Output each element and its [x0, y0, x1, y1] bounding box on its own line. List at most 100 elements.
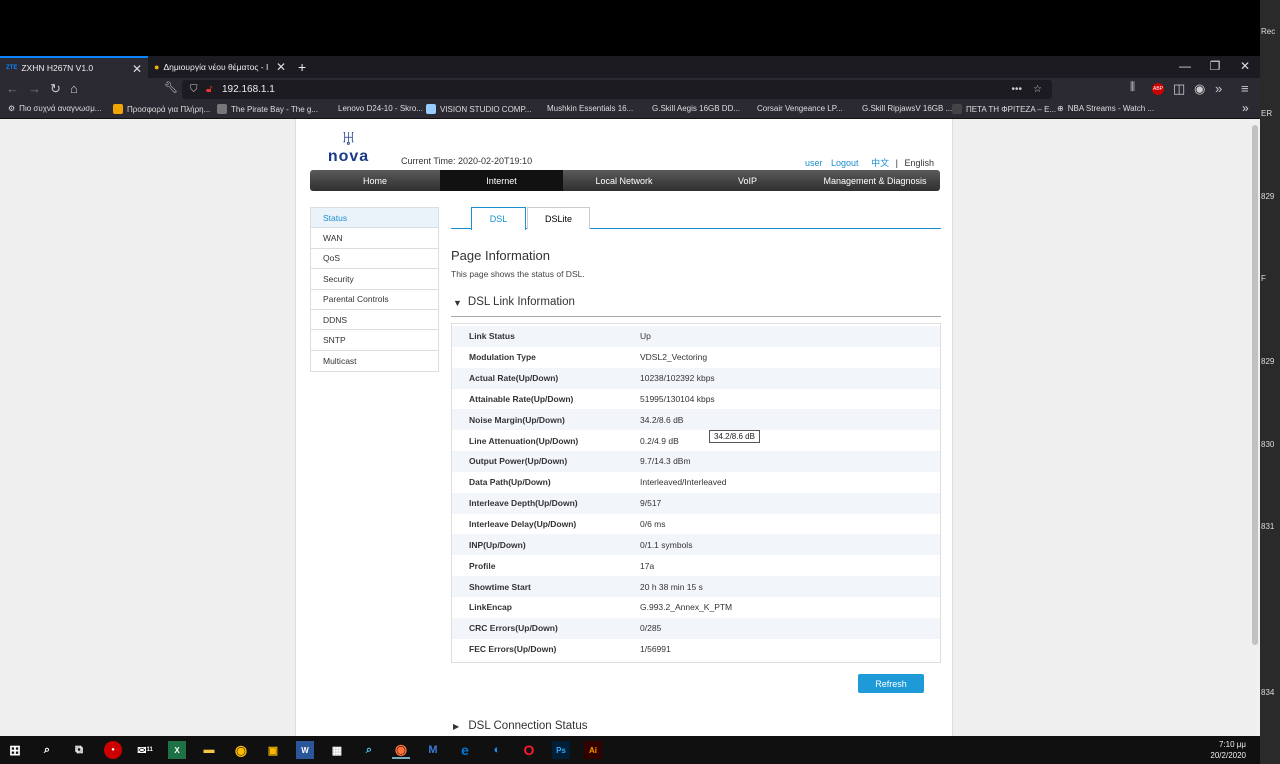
- bookmark-item[interactable]: Corsair Vengeance LP...: [757, 104, 843, 113]
- more-icon[interactable]: •••: [1011, 84, 1022, 95]
- table-row: Actual Rate(Up/Down) 10238/102392 kbps: [452, 367, 940, 389]
- english-link[interactable]: English: [904, 158, 934, 168]
- excel-icon[interactable]: X: [168, 741, 186, 759]
- bookmark-item[interactable]: ΠΕΤΑ ΤΗ ΦΡΙΤΕΖΑ – Ε...: [952, 104, 1056, 114]
- collapse-triangle-icon[interactable]: ▼: [453, 298, 462, 308]
- url-bar[interactable]: ⛉ 🔓︎ 192.168.1.1 ••• ☆: [182, 80, 1052, 99]
- nav-management-diagnosis[interactable]: Management & Diagnosis: [810, 170, 940, 191]
- row-label: Modulation Type: [469, 352, 536, 363]
- bookmark-item[interactable]: G.Skill RipjawsV 16GB ...: [862, 104, 952, 113]
- taskbar-clock[interactable]: 7:10 μμ 20/2/2020: [1210, 739, 1246, 761]
- sidebar: Status WAN QoS Security Parental Control…: [310, 207, 439, 373]
- nav-home[interactable]: Home: [310, 170, 440, 191]
- expand-triangle-icon[interactable]: ▶: [453, 722, 459, 731]
- table-row: CRC Errors(Up/Down) 0/285: [452, 617, 940, 639]
- table-row: Showtime Start 20 h 38 min 15 s: [452, 576, 940, 597]
- new-tab-button[interactable]: +: [294, 56, 314, 78]
- close-tab-icon[interactable]: ✕: [132, 62, 142, 76]
- table-row: Attainable Rate(Up/Down) 51995/130104 kbp…: [452, 389, 940, 410]
- browser-app-icon[interactable]: ◐: [488, 741, 506, 759]
- sidebar-item-security[interactable]: Security: [311, 269, 438, 290]
- restore-icon[interactable]: ❐: [1205, 59, 1225, 73]
- file-explorer-icon[interactable]: ▬: [200, 741, 218, 759]
- windows-start-icon[interactable]: ⊞: [6, 741, 24, 759]
- adblock-icon[interactable]: ABP: [1152, 83, 1164, 95]
- tab-dsl[interactable]: DSL: [471, 207, 526, 230]
- photoshop-icon[interactable]: Ps: [552, 741, 570, 759]
- search-icon[interactable]: ⌕: [38, 741, 56, 759]
- minimize-icon[interactable]: —: [1175, 59, 1195, 73]
- app-red-icon[interactable]: ●: [104, 741, 122, 759]
- section-dsl-connection-status[interactable]: ▶ DSL Connection Status: [451, 720, 587, 732]
- opera-icon[interactable]: O: [520, 741, 538, 759]
- word-icon[interactable]: W: [296, 741, 314, 759]
- bookmark-item[interactable]: ⊕ NBA Streams - Watch ...: [1057, 104, 1154, 113]
- bookmarks-overflow-icon[interactable]: »: [1242, 101, 1249, 115]
- bookmark-item[interactable]: Mushkin Essentials 16...: [547, 104, 633, 113]
- tab-router[interactable]: ZTE ZXHN H267N V1.0 ✕: [0, 56, 148, 78]
- bookmark-most-visited[interactable]: ⚙ Πιο συχνά αναγνωσμ...: [8, 104, 101, 113]
- sidebar-icon[interactable]: ◫: [1173, 81, 1185, 97]
- sidebar-item-ddns[interactable]: DDNS: [311, 310, 438, 331]
- home-icon[interactable]: ⌂: [70, 81, 78, 96]
- sub-tabs: DSL DSLite: [451, 207, 941, 230]
- row-value: 10238/102392 kbps: [640, 373, 715, 384]
- edge-icon[interactable]: e: [456, 741, 474, 759]
- sidebar-item-status[interactable]: Status: [311, 208, 438, 229]
- refresh-button[interactable]: Refresh: [858, 674, 924, 693]
- browser-tab-bar: ZTE ZXHN H267N V1.0 ✕ ● Δημιουργία νέου …: [0, 56, 1260, 78]
- chinese-link[interactable]: 中文: [871, 158, 889, 168]
- forward-icon[interactable]: →: [28, 81, 41, 96]
- magnifier-app-icon[interactable]: ⌕: [360, 741, 378, 759]
- chrome-icon[interactable]: ◉: [232, 741, 250, 759]
- row-value: 34.2/8.6 dB: [640, 414, 684, 425]
- table-row: Line Attenuation(Up/Down) 0.2/4.9 dB: [452, 430, 940, 451]
- firefox-icon[interactable]: ◉: [392, 741, 410, 759]
- tab-forum[interactable]: ● Δημιουργία νέου θέματος - In ✕: [148, 56, 292, 78]
- back-icon[interactable]: ←: [6, 81, 19, 96]
- page-scrollbar[interactable]: [1250, 119, 1260, 736]
- task-view-icon[interactable]: ⧉: [70, 741, 88, 759]
- nav-local-network[interactable]: Local Network: [563, 170, 685, 191]
- logout-link[interactable]: Logout: [831, 158, 859, 168]
- sidebar-item-wan[interactable]: WAN: [311, 228, 438, 249]
- reload-icon[interactable]: ↻: [50, 81, 61, 97]
- store-icon[interactable]: ▣: [264, 741, 282, 759]
- nav-internet[interactable]: Internet: [440, 170, 563, 191]
- sidebar-item-parental-controls[interactable]: Parental Controls: [311, 290, 438, 310]
- tab-dslite[interactable]: DSLite: [527, 207, 590, 229]
- close-tab-icon[interactable]: ✕: [276, 60, 286, 74]
- menu-icon[interactable]: ≡: [1241, 81, 1249, 96]
- calculator-icon[interactable]: ▦: [328, 741, 346, 759]
- url-text[interactable]: 192.168.1.1: [222, 84, 275, 95]
- strip-text: 830: [1261, 440, 1275, 449]
- bookmark-item[interactable]: Lenovo D24-10 - Skro...: [338, 104, 423, 113]
- mail-icon[interactable]: ✉ 11: [136, 741, 154, 759]
- bookmark-item[interactable]: VISION STUDIO COMP...: [426, 104, 531, 114]
- overflow-icon[interactable]: »: [1215, 81, 1222, 96]
- bookmark-star-icon[interactable]: ☆: [1033, 84, 1042, 95]
- library-icon[interactable]: ⫼: [1130, 81, 1135, 94]
- insecure-lock-icon[interactable]: 🔓︎: [206, 84, 212, 95]
- sidebar-item-sntp[interactable]: SNTP: [311, 330, 438, 351]
- sidebar-item-qos[interactable]: QoS: [311, 249, 438, 270]
- row-value: 1/56991: [640, 644, 671, 655]
- wrench-icon[interactable]: 🔧︎: [164, 81, 178, 94]
- table-row: INP(Up/Down) 0/1.1 symbols: [452, 534, 940, 556]
- sidebar-item-multicast[interactable]: Multicast: [311, 351, 438, 371]
- nav-voip[interactable]: VoIP: [685, 170, 810, 191]
- bookmark-item[interactable]: G.Skill Aegis 16GB DD...: [652, 104, 740, 113]
- scrollbar-thumb[interactable]: [1252, 125, 1258, 645]
- malwarebytes-icon[interactable]: M: [424, 741, 442, 759]
- user-link[interactable]: user: [805, 158, 823, 168]
- row-value: VDSL2_Vectoring: [640, 352, 708, 363]
- bookmark-item[interactable]: The Pirate Bay - The g...: [217, 104, 318, 114]
- row-value: 0/1.1 symbols: [640, 539, 693, 550]
- illustrator-icon[interactable]: Ai: [584, 741, 602, 759]
- account-icon[interactable]: ◉: [1194, 81, 1205, 97]
- close-window-icon[interactable]: ✕: [1235, 59, 1255, 73]
- router-page: ♅ nova Current Time: 2020-02-20T19:10 us…: [295, 119, 953, 736]
- bookmark-item[interactable]: Προσφορά για Πλήρη...: [113, 104, 210, 114]
- section-dsl-link-info[interactable]: ▼ DSL Link Information: [451, 296, 941, 317]
- shield-icon[interactable]: ⛉: [190, 84, 198, 95]
